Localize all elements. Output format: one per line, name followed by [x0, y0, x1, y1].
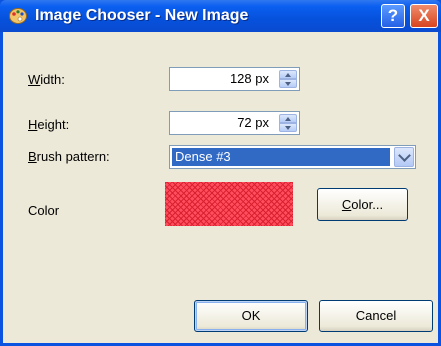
chevron-down-icon: [398, 149, 411, 162]
width-spinner[interactable]: 128 px: [169, 67, 300, 91]
cancel-button[interactable]: Cancel: [319, 300, 433, 332]
ok-button[interactable]: OK: [194, 300, 308, 332]
height-value[interactable]: 72 px: [237, 115, 269, 130]
help-button[interactable]: ?: [381, 4, 405, 28]
height-spinner[interactable]: 72 px: [169, 111, 300, 135]
width-label: Width:: [28, 72, 65, 87]
brush-pattern-selected[interactable]: Dense #3: [172, 148, 390, 166]
color-label: Color: [28, 203, 60, 218]
close-button[interactable]: X: [410, 4, 438, 28]
dropdown-button[interactable]: [394, 147, 414, 167]
spin-arrows-icon[interactable]: [279, 114, 297, 132]
height-increment-button[interactable]: [279, 114, 297, 123]
window-title: Image Chooser - New Image: [35, 7, 249, 24]
spin-arrows-icon[interactable]: [279, 70, 297, 88]
width-increment-button[interactable]: [279, 70, 297, 79]
dialog-client-area: Width: 128 px Height: 72 px Brush patter…: [3, 32, 438, 343]
brush-pattern-select[interactable]: Dense #3: [169, 145, 416, 169]
palette-icon: [9, 8, 27, 24]
dialog-window: Image Chooser - New Image ? X Width: 128…: [0, 0, 441, 346]
height-label: Height:: [28, 117, 70, 132]
color-button[interactable]: Color...: [317, 188, 408, 221]
title-bar[interactable]: Image Chooser - New Image ? X: [0, 0, 441, 32]
brush-pattern-label: Brush pattern:: [28, 149, 110, 164]
height-decrement-button[interactable]: [279, 123, 297, 132]
width-decrement-button[interactable]: [279, 79, 297, 88]
width-value[interactable]: 128 px: [230, 71, 269, 86]
color-swatch: [165, 182, 293, 226]
